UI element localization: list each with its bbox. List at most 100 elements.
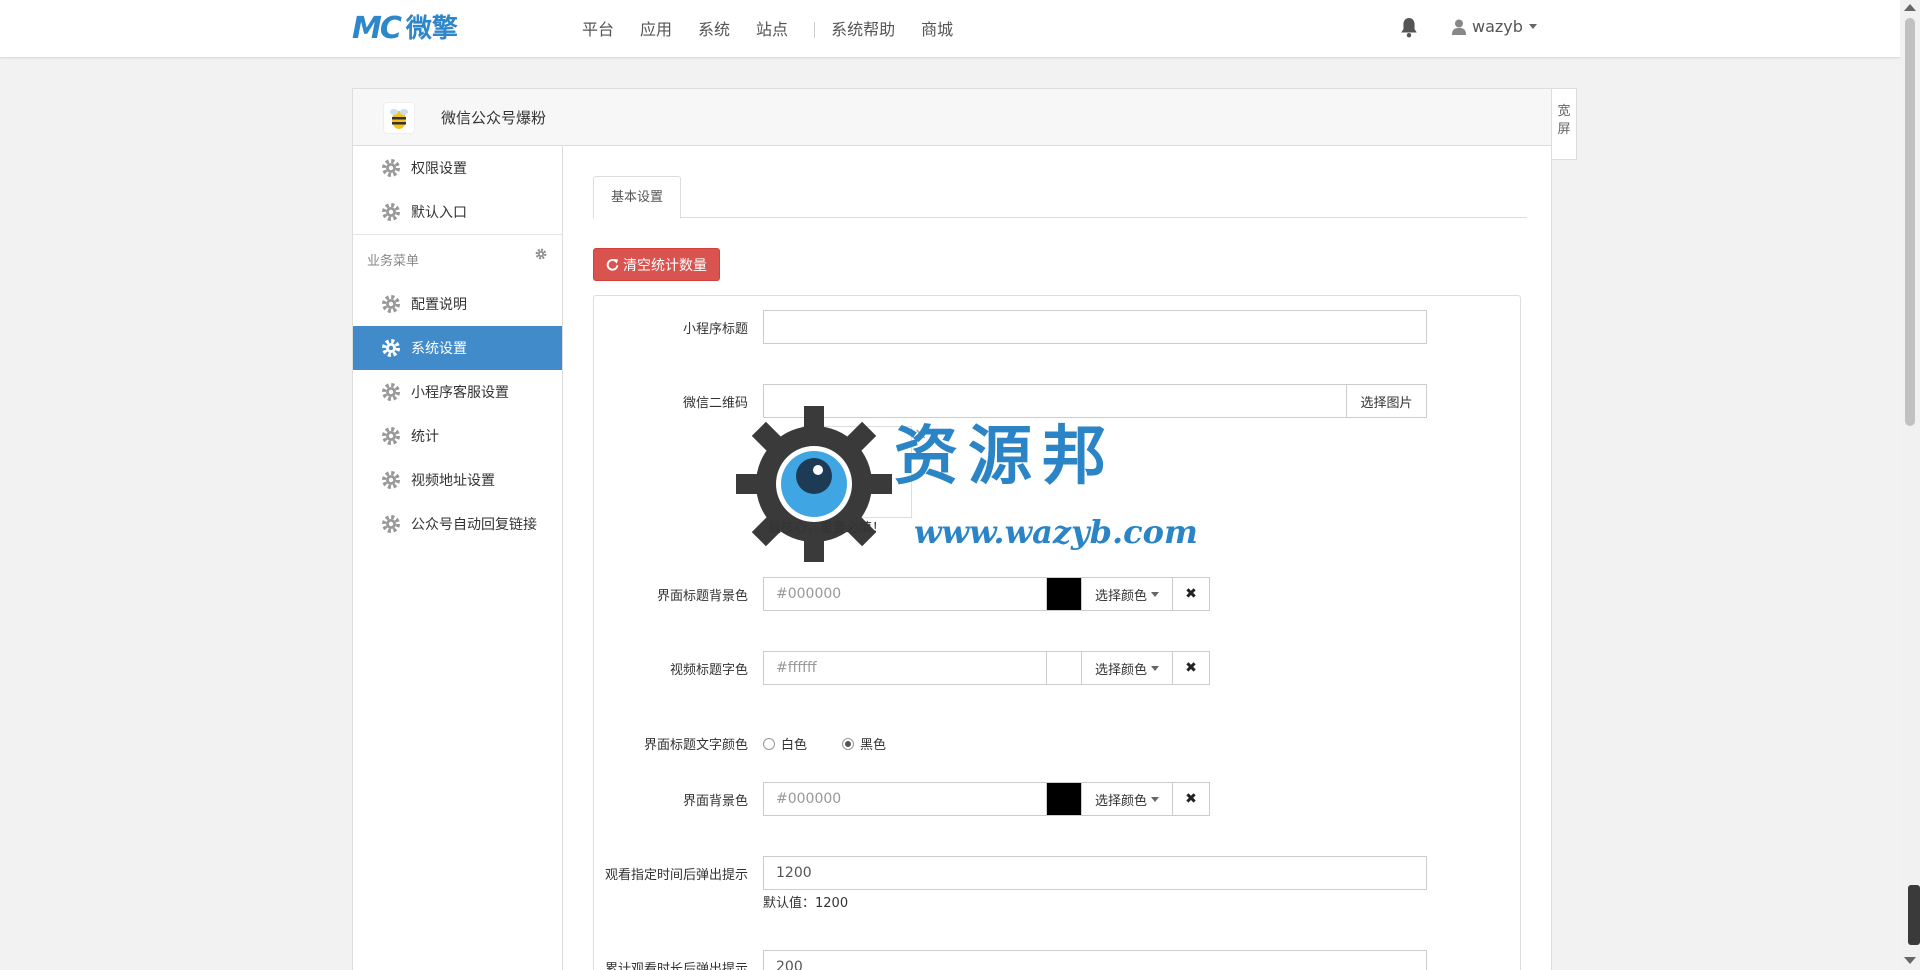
logo[interactable]: MC 微擎	[352, 14, 458, 45]
sidebar-item-label: 统计	[411, 429, 439, 445]
gear-icon	[382, 295, 400, 313]
sidebar-item-label: 配置说明	[411, 297, 467, 313]
clear-stats-button[interactable]: 清空统计数量	[593, 248, 720, 281]
app-title: 微信公众号爆粉	[441, 109, 547, 127]
mini-title-label: 小程序标题	[682, 322, 748, 337]
page-bg-label: 界面背景色	[682, 794, 748, 809]
gear-icon	[382, 339, 400, 357]
app-header: 微信公众号爆粉	[353, 89, 1551, 146]
radio-label: 白色	[781, 738, 808, 753]
gear-icon	[382, 159, 400, 177]
refresh-icon	[606, 258, 619, 271]
popup-time-input[interactable]: 1200	[763, 856, 1427, 890]
sidebar-divider	[353, 234, 562, 235]
choose-image-button[interactable]: 选择图片	[1346, 384, 1427, 418]
gear-icon[interactable]	[535, 248, 547, 260]
logo-text: 微擎	[405, 14, 458, 44]
scrollbar-thumb[interactable]	[1905, 18, 1915, 426]
sidebar-item-mini-service[interactable]: 小程序客服设置	[353, 370, 562, 414]
bell-icon[interactable]	[1400, 18, 1418, 38]
radio-button[interactable]	[763, 737, 775, 750]
clear-color-button[interactable]: ✖	[1172, 782, 1210, 816]
watermark-gear-logo	[736, 406, 892, 562]
gear-icon	[382, 427, 400, 445]
floating-widget[interactable]	[1908, 885, 1920, 945]
clear-stats-label: 清空统计数量	[623, 257, 707, 274]
tab-basic-settings[interactable]: 基本设置	[593, 176, 681, 219]
choose-image-label: 选择图片	[1360, 395, 1413, 411]
main-nav: 平台 应用 系统 站点 系统帮助 商城	[582, 19, 979, 41]
sidebar-item-video-url[interactable]: 视频地址设置	[353, 458, 562, 502]
sidebar-item-auto-reply[interactable]: 公众号自动回复链接	[353, 502, 562, 546]
chevron-down-icon	[1151, 591, 1159, 597]
nav-item-store[interactable]: 商城	[921, 19, 953, 41]
watermark: 资源邦 www.wazyb.com	[734, 404, 1198, 564]
choose-color-button[interactable]: 选择颜色	[1081, 577, 1173, 611]
choose-color-button[interactable]: 选择颜色	[1081, 651, 1173, 685]
radio-button[interactable]	[842, 737, 854, 750]
sidebar-item-default-entry[interactable]: 默认入口	[353, 190, 562, 234]
watermark-title: 资源邦	[894, 419, 1116, 494]
radio-black[interactable]: 黑色	[842, 734, 886, 753]
clear-color-button[interactable]: ✖	[1172, 651, 1210, 685]
sidebar-item-label: 权限设置	[411, 161, 467, 177]
qrcode-help-text: 最核心，重要必填！	[768, 521, 886, 536]
sidebar-item-label: 小程序客服设置	[411, 385, 509, 401]
chevron-down-icon	[1528, 24, 1537, 29]
nav-item-help[interactable]: 系统帮助	[831, 19, 895, 41]
total-time-input[interactable]: 200	[763, 950, 1427, 970]
sidebar-group-label: 业务菜单	[367, 254, 420, 269]
radio-white[interactable]: 白色	[763, 734, 807, 753]
app-icon	[383, 102, 415, 134]
choose-color-label: 选择颜色	[1094, 588, 1147, 604]
sidebar-item-label: 视频地址设置	[411, 473, 495, 489]
sidebar-item-system-settings[interactable]: 系统设置	[353, 326, 562, 370]
bee-icon	[390, 109, 408, 129]
gear-icon	[382, 203, 400, 221]
page-bg-swatch	[1046, 782, 1082, 816]
title-text-color-label: 界面标题文字颜色	[643, 738, 748, 753]
sidebar-item-config-guide[interactable]: 配置说明	[353, 282, 562, 326]
gear-icon	[382, 471, 400, 489]
nav-item-sites[interactable]: 站点	[756, 19, 788, 41]
nav-divider	[814, 22, 816, 38]
top-navbar: MC 微擎 平台 应用 系统 站点 系统帮助 商城 wazyb	[0, 0, 1900, 58]
tab-bar: 基本设置	[593, 176, 1527, 219]
nav-item-apps[interactable]: 应用	[640, 19, 672, 41]
user-menu[interactable]: wazyb	[1452, 17, 1537, 36]
sidebar-item-label: 默认入口	[411, 205, 467, 221]
nav-item-platform[interactable]: 平台	[582, 19, 614, 41]
gear-icon	[382, 515, 400, 533]
chevron-down-icon	[1151, 665, 1159, 671]
radio-label: 黑色	[860, 738, 887, 753]
video-title-color-label: 视频标题字色	[669, 663, 748, 678]
sidebar-item-permissions[interactable]: 权限设置	[353, 146, 562, 190]
scroll-up-arrow-icon[interactable]	[1904, 4, 1916, 11]
video-title-color-input[interactable]: #ffffff	[763, 651, 1047, 685]
user-icon	[1452, 19, 1466, 35]
qrcode-label: 微信二维码	[682, 396, 748, 411]
total-time-label: 累计观看时长后弹出提示	[604, 962, 748, 970]
clear-color-button[interactable]: ✖	[1172, 577, 1210, 611]
gear-icon	[382, 383, 400, 401]
title-bg-swatch	[1046, 577, 1082, 611]
scroll-down-arrow-icon[interactable]	[1904, 957, 1916, 964]
video-title-color-swatch	[1046, 651, 1082, 685]
sidebar-item-label: 公众号自动回复链接	[411, 517, 537, 533]
chevron-down-icon	[1151, 796, 1159, 802]
choose-color-button[interactable]: 选择颜色	[1081, 782, 1173, 816]
title-bg-label: 界面标题背景色	[656, 589, 748, 604]
watermark-url: www.wazyb.com	[914, 513, 1198, 551]
mini-title-input[interactable]	[763, 310, 1427, 344]
nav-item-system[interactable]: 系统	[698, 19, 730, 41]
page-bg-input[interactable]: #000000	[763, 782, 1047, 816]
username: wazyb	[1472, 17, 1523, 36]
sidebar-item-label: 系统设置	[411, 341, 467, 357]
popup-time-help: 默认值：1200	[763, 896, 849, 911]
sidebar: 权限设置 默认入口 业务菜单 配置说明 系统设置 小程序客服设置 统计 视频地址…	[353, 146, 563, 970]
choose-color-label: 选择颜色	[1094, 662, 1147, 678]
title-bg-input[interactable]: #000000	[763, 577, 1047, 611]
wide-screen-button[interactable]: 宽屏	[1552, 88, 1577, 160]
sidebar-item-stats[interactable]: 统计	[353, 414, 562, 458]
popup-time-label: 观看指定时间后弹出提示	[604, 868, 748, 883]
